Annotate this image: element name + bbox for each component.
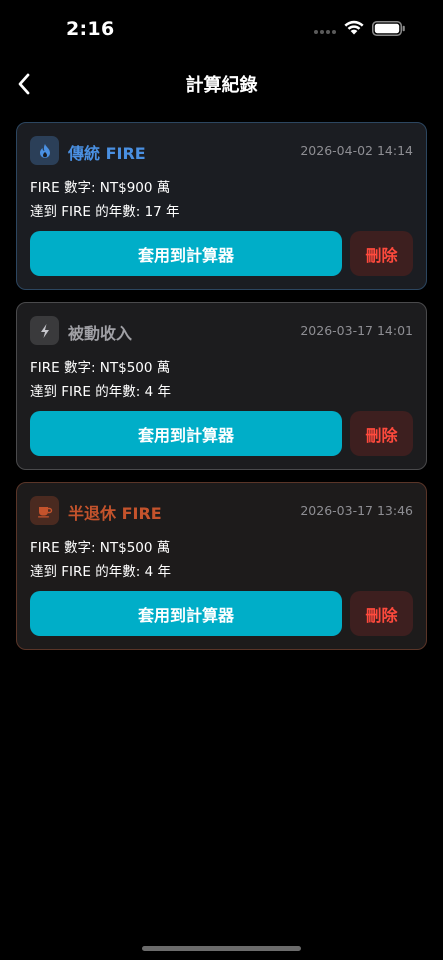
battery-icon — [372, 21, 405, 36]
apply-to-calculator-button[interactable]: 套用到計算器 — [30, 411, 342, 456]
apply-to-calculator-button[interactable]: 套用到計算器 — [30, 231, 342, 276]
flame-icon — [39, 143, 50, 158]
nav-bar: 計算紀錄 — [0, 62, 443, 106]
delete-button[interactable]: 刪除 — [350, 411, 413, 456]
record-type-name: 半退休 FIRE — [68, 504, 162, 523]
fire-number-text: FIRE 數字: NT$900 萬 — [30, 180, 171, 196]
years-to-fire-text: 達到 FIRE 的年數: 4 年 — [30, 564, 171, 580]
delete-button[interactable]: 刪除 — [350, 591, 413, 636]
type-badge — [30, 136, 59, 165]
lightning-icon — [40, 323, 49, 338]
record-timestamp: 2026-03-17 14:01 — [300, 323, 413, 338]
record-card-semi-retirement-fire: 半退休 FIRE 2026-03-17 13:46 FIRE 數字: NT$50… — [16, 482, 427, 650]
type-badge — [30, 496, 59, 525]
fire-number-text: FIRE 數字: NT$500 萬 — [30, 540, 171, 556]
type-badge — [30, 316, 59, 345]
apply-to-calculator-button[interactable]: 套用到計算器 — [30, 591, 342, 636]
record-list: 傳統 FIRE 2026-04-02 14:14 FIRE 數字: NT$900… — [16, 122, 427, 662]
record-timestamp: 2026-03-17 13:46 — [300, 503, 413, 518]
years-to-fire-text: 達到 FIRE 的年數: 4 年 — [30, 384, 171, 400]
fire-number-text: FIRE 數字: NT$500 萬 — [30, 360, 171, 376]
years-to-fire-text: 達到 FIRE 的年數: 17 年 — [30, 204, 180, 220]
record-timestamp: 2026-04-02 14:14 — [300, 143, 413, 158]
record-type-name: 被動收入 — [68, 324, 133, 343]
wifi-icon — [344, 20, 364, 35]
status-bar: 2:16 — [0, 0, 443, 62]
status-time: 2:16 — [66, 18, 115, 40]
record-type-name: 傳統 FIRE — [68, 144, 146, 163]
home-indicator[interactable] — [142, 946, 301, 951]
coffee-cup-icon — [37, 506, 52, 517]
record-card-traditional-fire: 傳統 FIRE 2026-04-02 14:14 FIRE 數字: NT$900… — [16, 122, 427, 290]
page-title: 計算紀錄 — [185, 75, 258, 96]
delete-button[interactable]: 刪除 — [350, 231, 413, 276]
cellular-signal-icon — [314, 29, 338, 35]
record-card-passive-income: 被動收入 2026-03-17 14:01 FIRE 數字: NT$500 萬 … — [16, 302, 427, 470]
